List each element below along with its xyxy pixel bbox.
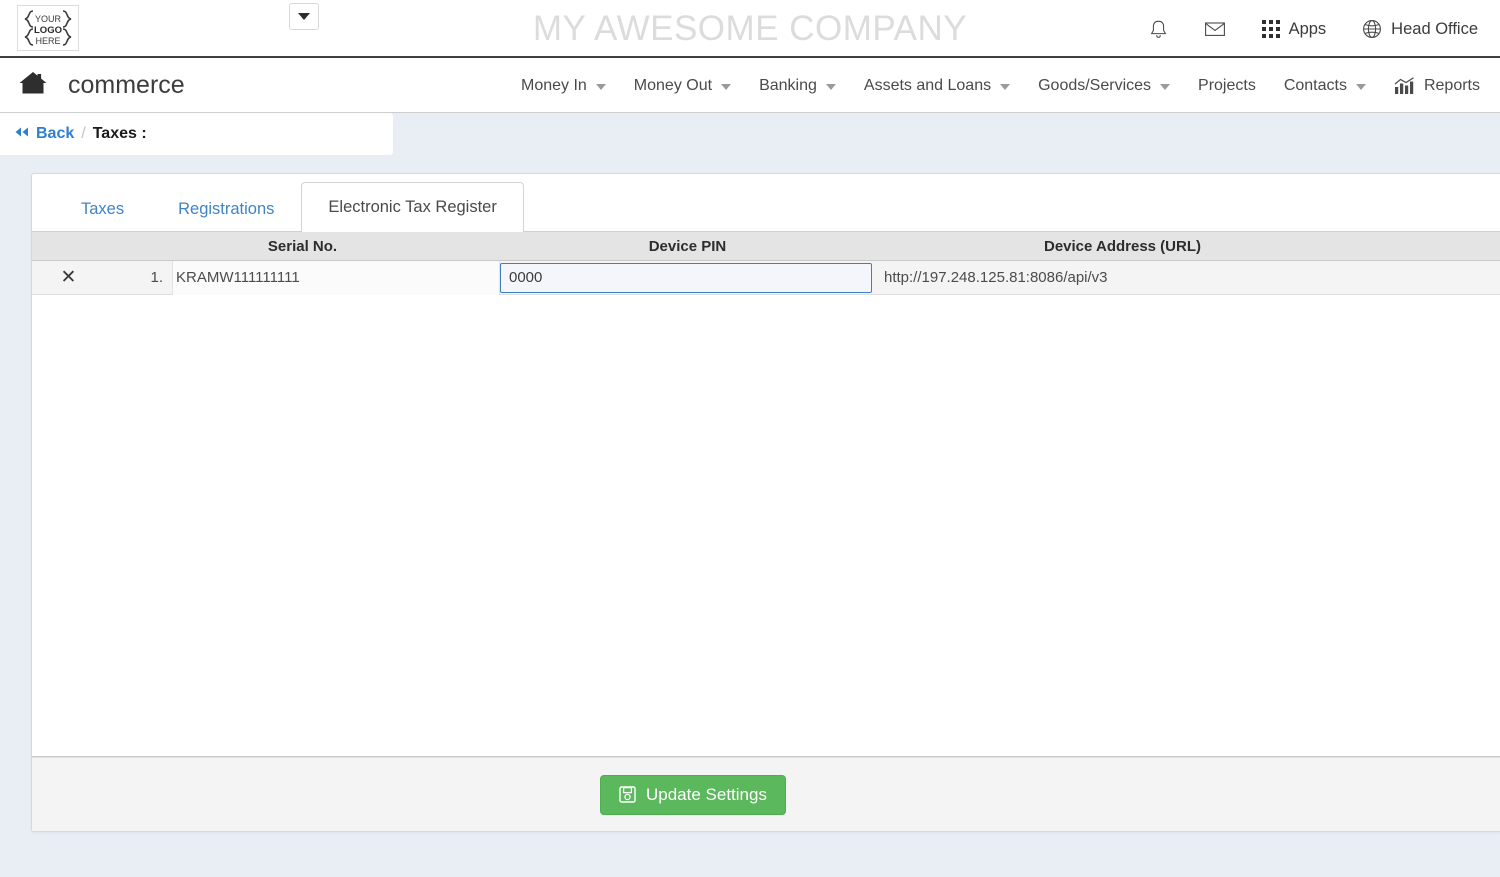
column-header-device-pin: Device PIN bbox=[648, 237, 727, 255]
close-icon[interactable]: ✕ bbox=[61, 268, 77, 287]
device-pin-cell bbox=[500, 262, 875, 293]
breadcrumb: Back / Taxes : bbox=[0, 113, 393, 155]
content-panel: Taxes Registrations Electronic Tax Regis… bbox=[31, 173, 1500, 832]
app-brand[interactable]: commerce bbox=[68, 71, 185, 100]
logo-placeholder-icon: YOUR LOGO HERE bbox=[24, 10, 72, 46]
tab-label: Electronic Tax Register bbox=[328, 198, 497, 216]
nav-label: Projects bbox=[1198, 76, 1256, 94]
top-bar: YOUR LOGO HERE MY AWESOME COMPANY Apps H… bbox=[0, 0, 1500, 58]
breadcrumb-separator: / bbox=[81, 125, 86, 142]
tab-registrations[interactable]: Registrations bbox=[151, 187, 301, 231]
apps-label: Apps bbox=[1288, 19, 1327, 38]
nav-label: Money Out bbox=[633, 76, 713, 94]
home-button[interactable] bbox=[12, 70, 54, 101]
device-table: Serial No. Device PIN Device Address (UR… bbox=[32, 231, 1500, 757]
chevron-down-icon bbox=[595, 83, 606, 90]
chevron-down-icon bbox=[1355, 83, 1366, 90]
tab-electronic-tax-register[interactable]: Electronic Tax Register bbox=[301, 182, 524, 232]
main-navigation: commerce Money In Money Out Banking Asse… bbox=[0, 58, 1500, 113]
tab-label: Taxes bbox=[81, 200, 125, 218]
home-icon bbox=[18, 70, 48, 101]
update-settings-button[interactable]: Update Settings bbox=[600, 774, 786, 815]
nav-item-assets-and-loans[interactable]: Assets and Loans bbox=[850, 58, 1024, 113]
table-empty-area bbox=[32, 295, 1500, 757]
back-arrow-icon bbox=[14, 125, 30, 143]
breadcrumb-bar: Back / Taxes : bbox=[0, 113, 1500, 155]
nav-item-contacts[interactable]: Contacts bbox=[1270, 58, 1380, 113]
nav-label: Reports bbox=[1423, 76, 1480, 94]
device-address-value[interactable]: http://197.248.125.81:8086/api/v3 bbox=[875, 261, 1500, 295]
tab-label: Registrations bbox=[178, 200, 275, 218]
serial-no-value[interactable]: KRAMW111111111 bbox=[172, 260, 500, 295]
column-header-device-address: Device Address (URL) bbox=[1044, 237, 1201, 255]
chevron-down-icon bbox=[1000, 83, 1011, 90]
row-index: 1. bbox=[150, 269, 163, 286]
nav-label: Banking bbox=[759, 76, 817, 94]
notifications-button[interactable] bbox=[1131, 0, 1186, 58]
chart-icon bbox=[1394, 76, 1415, 95]
nav-item-banking[interactable]: Banking bbox=[745, 58, 850, 113]
tab-taxes[interactable]: Taxes bbox=[54, 187, 151, 231]
back-label: Back bbox=[36, 125, 75, 142]
logo-line-2: LOGO bbox=[34, 25, 62, 36]
top-bar-actions: Apps Head Office bbox=[1131, 0, 1500, 58]
save-icon bbox=[619, 786, 636, 803]
row-delete-cell: ✕ bbox=[32, 268, 105, 287]
logo-line-3: HERE bbox=[35, 36, 60, 46]
nav-item-projects[interactable]: Projects bbox=[1184, 58, 1270, 113]
bell-icon bbox=[1149, 19, 1168, 40]
nav-menu: Money In Money Out Banking Assets and Lo… bbox=[507, 58, 1494, 113]
head-office-button[interactable]: Head Office bbox=[1344, 0, 1496, 58]
tab-bar: Taxes Registrations Electronic Tax Regis… bbox=[32, 174, 1500, 232]
apps-button[interactable]: Apps bbox=[1244, 0, 1345, 58]
nav-item-money-in[interactable]: Money In bbox=[507, 58, 620, 113]
table-header-row: Serial No. Device PIN Device Address (UR… bbox=[32, 231, 1500, 261]
device-pin-input[interactable] bbox=[500, 262, 872, 293]
panel-footer: Update Settings bbox=[32, 757, 1500, 831]
logo-line-1: YOUR bbox=[35, 14, 62, 24]
nav-item-money-out[interactable]: Money Out bbox=[620, 58, 745, 113]
envelope-icon bbox=[1204, 20, 1226, 38]
nav-label: Goods/Services bbox=[1038, 76, 1152, 94]
column-header-serial-no: Serial No. bbox=[267, 237, 338, 255]
messages-button[interactable] bbox=[1186, 0, 1244, 58]
table-row: ✕ 1. KRAMW111111111 http://197.248.125.8… bbox=[32, 260, 1500, 295]
head-office-label: Head Office bbox=[1391, 19, 1478, 38]
chevron-down-icon bbox=[721, 83, 732, 90]
globe-icon bbox=[1362, 19, 1382, 39]
nav-item-goods-services[interactable]: Goods/Services bbox=[1024, 58, 1184, 113]
device-address-cell: http://197.248.125.81:8086/api/v3 bbox=[875, 261, 1500, 295]
chevron-down-icon bbox=[1160, 83, 1171, 90]
nav-label: Contacts bbox=[1283, 76, 1347, 94]
grid-icon bbox=[1261, 20, 1280, 38]
caret-down-icon bbox=[298, 13, 310, 20]
company-logo: YOUR LOGO HERE bbox=[17, 5, 79, 51]
company-selector-button[interactable] bbox=[289, 3, 319, 30]
chevron-down-icon bbox=[825, 83, 836, 90]
nav-item-reports[interactable]: Reports bbox=[1380, 58, 1494, 113]
nav-label: Assets and Loans bbox=[863, 76, 992, 94]
nav-label: Money In bbox=[520, 76, 587, 94]
update-settings-label: Update Settings bbox=[646, 784, 767, 804]
serial-no-cell: 1. KRAMW111111111 bbox=[105, 260, 500, 295]
back-button[interactable]: Back bbox=[14, 125, 74, 143]
page-title: Taxes : bbox=[92, 125, 147, 142]
